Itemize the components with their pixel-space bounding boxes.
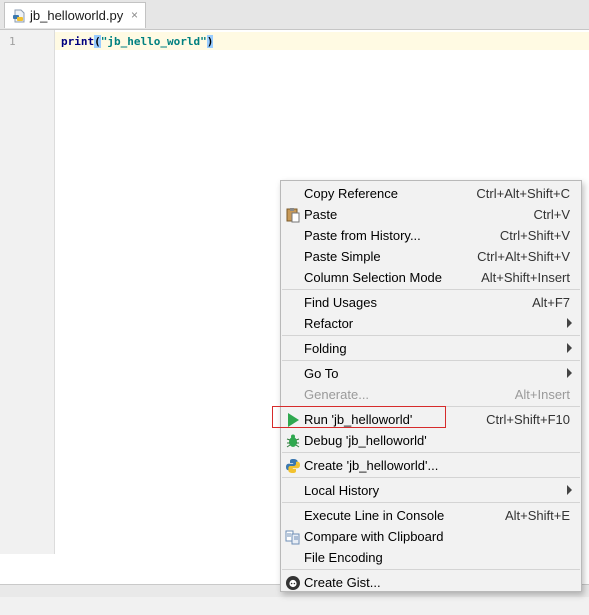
menu-item-label: Go To (304, 366, 339, 381)
menu-item-refactor[interactable]: Refactor (281, 313, 581, 334)
tab-jb-helloworld[interactable]: jb_helloworld.py × (4, 2, 146, 28)
code-string: "jb_hello_world" (100, 35, 207, 48)
compare-icon (285, 530, 300, 545)
menu-item-label: Debug 'jb_helloworld' (304, 433, 427, 448)
github-icon (286, 576, 300, 590)
menu-item-shortcut: Ctrl+V (533, 207, 570, 222)
submenu-arrow-icon (567, 485, 572, 495)
line-number-gutter: 1 (0, 30, 55, 554)
submenu-arrow-icon (567, 368, 572, 378)
menu-separator (282, 569, 580, 570)
menu-item-label: Execute Line in Console (304, 508, 445, 523)
menu-item-label: Folding (304, 341, 347, 356)
tab-close-icon[interactable]: × (131, 8, 138, 22)
menu-item-paste-simple[interactable]: Paste Simple Ctrl+Alt+Shift+V (281, 246, 581, 267)
menu-item-debug[interactable]: Debug 'jb_helloworld' (281, 430, 581, 451)
menu-item-shortcut: Ctrl+Shift+F10 (486, 412, 570, 427)
menu-item-paste[interactable]: Paste Ctrl+V (281, 204, 581, 225)
menu-separator (282, 477, 580, 478)
python-icon (286, 459, 300, 473)
menu-item-find-usages[interactable]: Find Usages Alt+F7 (281, 292, 581, 313)
menu-item-shortcut: Alt+Insert (514, 387, 570, 402)
menu-item-generate: Generate... Alt+Insert (281, 384, 581, 405)
menu-item-label: Column Selection Mode (304, 270, 443, 285)
menu-item-label: Copy Reference (304, 186, 398, 201)
paste-icon (286, 208, 300, 223)
menu-item-file-encoding[interactable]: File Encoding (281, 547, 581, 568)
tab-label: jb_helloworld.py (30, 8, 124, 23)
menu-item-shortcut: Ctrl+Alt+Shift+V (477, 249, 570, 264)
run-item-highlight-box (272, 406, 446, 428)
menu-item-paste-from-history[interactable]: Paste from History... Ctrl+Shift+V (281, 225, 581, 246)
code-line[interactable]: print("jb_hello_world") (61, 35, 214, 48)
menu-separator (282, 502, 580, 503)
line-number: 1 (9, 35, 16, 48)
menu-separator (282, 289, 580, 290)
menu-item-label: Compare with Clipboard (304, 529, 444, 544)
menu-item-column-selection-mode[interactable]: Column Selection Mode Alt+Shift+Insert (281, 267, 581, 288)
menu-item-compare-with-clipboard[interactable]: Compare with Clipboard (281, 526, 581, 547)
menu-separator (282, 360, 580, 361)
menu-item-label: Paste Simple (304, 249, 381, 264)
menu-item-shortcut: Alt+Shift+E (504, 508, 570, 523)
editor-tab-bar: jb_helloworld.py × (0, 0, 589, 30)
menu-item-label: Generate... (304, 387, 370, 402)
code-keyword: print (61, 35, 95, 48)
menu-item-label: Paste from History... (304, 228, 421, 243)
menu-item-local-history[interactable]: Local History (281, 480, 581, 501)
python-file-icon (13, 9, 25, 23)
menu-item-label: Refactor (304, 316, 354, 331)
submenu-arrow-icon (567, 318, 572, 328)
menu-item-shortcut: Alt+F7 (532, 295, 570, 310)
submenu-arrow-icon (567, 343, 572, 353)
debug-icon (286, 434, 300, 448)
menu-item-label: Find Usages (304, 295, 377, 310)
code-close-paren: ) (206, 35, 214, 48)
menu-item-execute-line-in-console[interactable]: Execute Line in Console Alt+Shift+E (281, 505, 581, 526)
menu-item-folding[interactable]: Folding (281, 338, 581, 359)
menu-item-shortcut: Ctrl+Alt+Shift+C (476, 186, 570, 201)
menu-item-label: File Encoding (304, 550, 383, 565)
menu-item-label: Paste (304, 207, 338, 222)
menu-separator (282, 335, 580, 336)
menu-item-create-run-config[interactable]: Create 'jb_helloworld'... (281, 455, 581, 476)
menu-separator (282, 452, 580, 453)
menu-item-go-to[interactable]: Go To (281, 363, 581, 384)
menu-item-label: Create Gist... (304, 575, 381, 590)
menu-item-create-gist[interactable]: Create Gist... (281, 572, 581, 593)
code-open-paren: ( (94, 35, 101, 48)
context-menu: Copy Reference Ctrl+Alt+Shift+C Paste Ct… (280, 180, 582, 592)
menu-item-label: Local History (304, 483, 380, 498)
menu-item-label: Create 'jb_helloworld'... (304, 458, 439, 473)
menu-item-shortcut: Alt+Shift+Insert (481, 270, 570, 285)
menu-item-shortcut: Ctrl+Shift+V (499, 228, 570, 243)
menu-item-copy-reference[interactable]: Copy Reference Ctrl+Alt+Shift+C (281, 183, 581, 204)
